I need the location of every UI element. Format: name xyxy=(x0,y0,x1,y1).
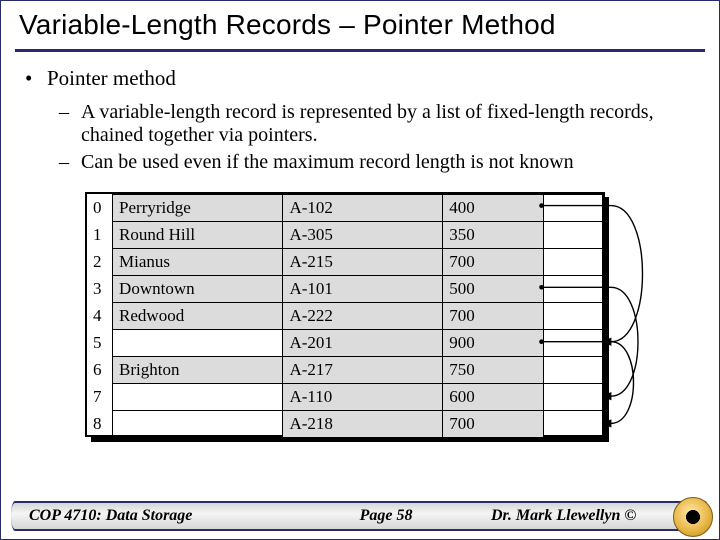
slide-body: • Pointer method – A variable-length rec… xyxy=(1,52,719,448)
row-pointer-cell xyxy=(544,276,603,303)
row-account: A-218 xyxy=(283,411,443,438)
row-account: A-101 xyxy=(283,276,443,303)
table-row: 3DowntownA-101500 xyxy=(87,276,603,303)
row-pointer-cell xyxy=(544,195,603,222)
row-branch: Mianus xyxy=(113,249,283,276)
figure-shadow-bottom xyxy=(91,437,609,442)
row-index: 0 xyxy=(87,195,113,222)
row-amount: 900 xyxy=(443,330,544,357)
row-account: A-201 xyxy=(283,330,443,357)
table-row: 4RedwoodA-222700 xyxy=(87,303,603,330)
row-amount: 700 xyxy=(443,249,544,276)
row-branch xyxy=(113,330,283,357)
bullet-level1: • Pointer method xyxy=(25,66,695,91)
row-account: A-217 xyxy=(283,357,443,384)
row-amount: 400 xyxy=(443,195,544,222)
row-amount: 500 xyxy=(443,276,544,303)
row-branch: Brighton xyxy=(113,357,283,384)
ucf-logo-icon xyxy=(673,497,713,537)
row-branch xyxy=(113,411,283,438)
row-index: 6 xyxy=(87,357,113,384)
row-branch: Redwood xyxy=(113,303,283,330)
row-index: 3 xyxy=(87,276,113,303)
row-pointer-cell xyxy=(544,384,603,411)
row-index: 5 xyxy=(87,330,113,357)
footer-center: Page 58 xyxy=(301,507,471,525)
table-row: 8 A-218700 xyxy=(87,411,603,438)
footer: COP 4710: Data Storage Page 58 Dr. Mark … xyxy=(1,497,719,539)
dash-icon: – xyxy=(59,151,71,174)
table-frame: 0PerryridgeA-1024001Round HillA-3053502M… xyxy=(85,192,605,437)
bullet-dot: • xyxy=(25,66,37,91)
bullet-level2: – A variable-length record is represente… xyxy=(59,101,695,147)
row-account: A-215 xyxy=(283,249,443,276)
row-pointer-cell xyxy=(544,222,603,249)
table-row: 1Round HillA-305350 xyxy=(87,222,603,249)
table-row: 6BrightonA-217750 xyxy=(87,357,603,384)
row-branch xyxy=(113,384,283,411)
row-index: 4 xyxy=(87,303,113,330)
row-pointer-cell xyxy=(544,249,603,276)
table-row: 2MianusA-215700 xyxy=(87,249,603,276)
row-amount: 600 xyxy=(443,384,544,411)
row-account: A-305 xyxy=(283,222,443,249)
row-index: 2 xyxy=(87,249,113,276)
figure-shadow-right xyxy=(603,197,609,441)
slide: Variable-Length Records – Pointer Method… xyxy=(0,0,720,540)
slide-title: Variable-Length Records – Pointer Method xyxy=(19,9,701,41)
row-index: 1 xyxy=(87,222,113,249)
record-table: 0PerryridgeA-1024001Round HillA-3053502M… xyxy=(87,194,603,438)
row-branch: Downtown xyxy=(113,276,283,303)
row-account: A-110 xyxy=(283,384,443,411)
sub1-text: A variable-length record is represented … xyxy=(81,101,695,147)
sub2-text: Can be used even if the maximum record l… xyxy=(81,151,574,174)
table-row: 5 A-201900 xyxy=(87,330,603,357)
footer-row: COP 4710: Data Storage Page 58 Dr. Mark … xyxy=(11,501,669,531)
row-amount: 700 xyxy=(443,303,544,330)
row-index: 8 xyxy=(87,411,113,438)
row-amount: 700 xyxy=(443,411,544,438)
row-pointer-cell xyxy=(544,411,603,438)
row-pointer-cell xyxy=(544,357,603,384)
row-pointer-cell xyxy=(544,303,603,330)
footer-left: COP 4710: Data Storage xyxy=(11,507,301,525)
dash-icon: – xyxy=(59,101,71,147)
record-figure: 0PerryridgeA-1024001Round HillA-3053502M… xyxy=(83,190,679,448)
table-row: 7 A-110600 xyxy=(87,384,603,411)
table-row: 0PerryridgeA-102400 xyxy=(87,195,603,222)
row-account: A-222 xyxy=(283,303,443,330)
row-amount: 350 xyxy=(443,222,544,249)
footer-right: Dr. Mark Llewellyn © xyxy=(471,507,669,525)
title-wrap: Variable-Length Records – Pointer Method xyxy=(1,1,719,43)
row-account: A-102 xyxy=(283,195,443,222)
row-pointer-cell xyxy=(544,330,603,357)
row-branch: Round Hill xyxy=(113,222,283,249)
bullet1-text: Pointer method xyxy=(47,66,176,91)
row-branch: Perryridge xyxy=(113,195,283,222)
row-index: 7 xyxy=(87,384,113,411)
row-amount: 750 xyxy=(443,357,544,384)
bullet-level2: – Can be used even if the maximum record… xyxy=(59,151,695,174)
